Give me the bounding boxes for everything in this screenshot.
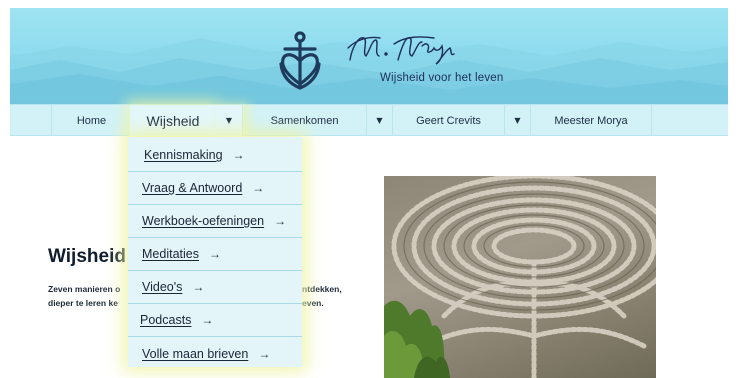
stone-labyrinth-photo [384,176,656,378]
nav-item-samenkomen[interactable]: Samenkomen [242,105,366,136]
menu-item-werkboek-oefeningen[interactable]: Werkboek-oefeningen → [128,205,302,238]
chevron-down-icon[interactable]: ▼ [504,105,530,136]
labyrinth-image [384,176,656,378]
arrow-right-icon: → [252,181,265,195]
menu-item-kennismaking[interactable]: Kennismaking → [128,139,302,172]
intro-text-right: ntdekken, even. [302,284,342,308]
arrow-right-icon: → [258,346,271,361]
arrow-right-icon: → [192,280,205,294]
nav-item-wijsheid[interactable]: Wijsheid [130,105,216,136]
green-plants [384,300,450,378]
arrow-right-icon: → [208,247,221,261]
nav-item-geert-crevits[interactable]: Geert Crevits [392,105,504,136]
menu-item-meditaties[interactable]: Meditaties → [128,238,302,271]
wijsheid-dropdown-menu: Kennismaking → Vraag & Antwoord → Werkbo… [128,137,302,367]
chevron-down-icon[interactable]: ▼ [216,105,242,136]
signature-logo-icon [347,36,455,65]
anchor-heart-cross-emblem-icon [279,31,321,90]
arrow-right-icon: → [274,214,287,228]
menu-item-podcasts[interactable]: Podcasts → [128,304,302,337]
site-tagline: Wijsheid voor het leven [380,72,504,84]
chevron-down-icon[interactable]: ▼ [366,105,392,136]
menu-item-vraag-antwoord[interactable]: Vraag & Antwoord → [128,172,302,205]
menu-item-videos[interactable]: Video's → [128,271,302,304]
nav-item-home[interactable]: Home [51,105,131,136]
arrow-right-icon: → [201,313,214,327]
arrow-right-icon: → [232,148,245,162]
menu-item-volle-maan-brieven[interactable]: Volle maan brieven → [128,337,302,370]
site-header: Wijsheid voor het leven [10,8,728,104]
nav-item-meester-morya[interactable]: Meester Morya [530,105,652,136]
main-navigation: Home Wijsheid ▼ Samenkomen ▼ Geert Crevi… [10,104,728,136]
page-title: Wijsheid [48,246,126,267]
